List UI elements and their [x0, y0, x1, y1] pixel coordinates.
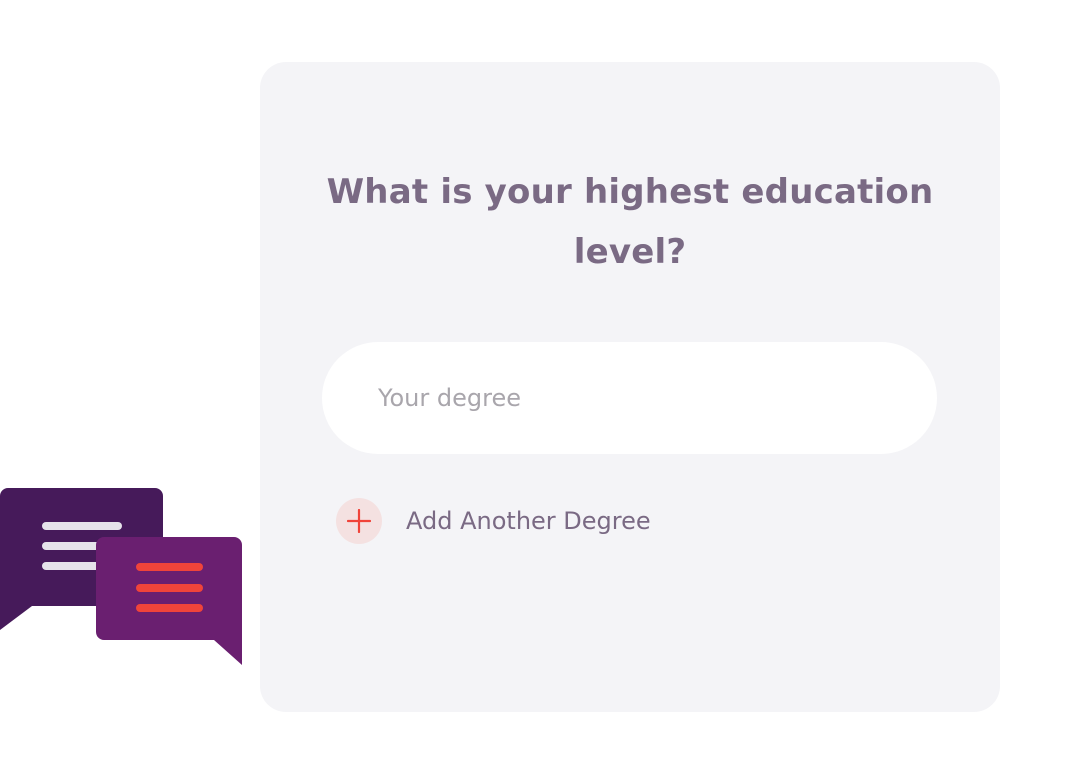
add-another-degree-label: Add Another Degree	[406, 507, 651, 535]
plus-icon[interactable]	[336, 498, 382, 544]
front-bubble-line-3	[136, 604, 203, 612]
question-heading: What is your highest education level?	[326, 172, 934, 272]
page: What is your highest education level? Ad…	[0, 0, 1067, 776]
degree-input[interactable]	[322, 342, 937, 454]
front-bubble-line-1	[136, 563, 203, 571]
front-chat-bubble	[96, 537, 242, 665]
question-card: What is your highest education level? Ad…	[260, 62, 1000, 712]
front-bubble-line-2	[136, 584, 203, 592]
back-bubble-line-1	[42, 522, 122, 530]
add-another-degree-button[interactable]: Add Another Degree	[336, 498, 651, 544]
chat-bubbles-icon	[0, 488, 242, 665]
